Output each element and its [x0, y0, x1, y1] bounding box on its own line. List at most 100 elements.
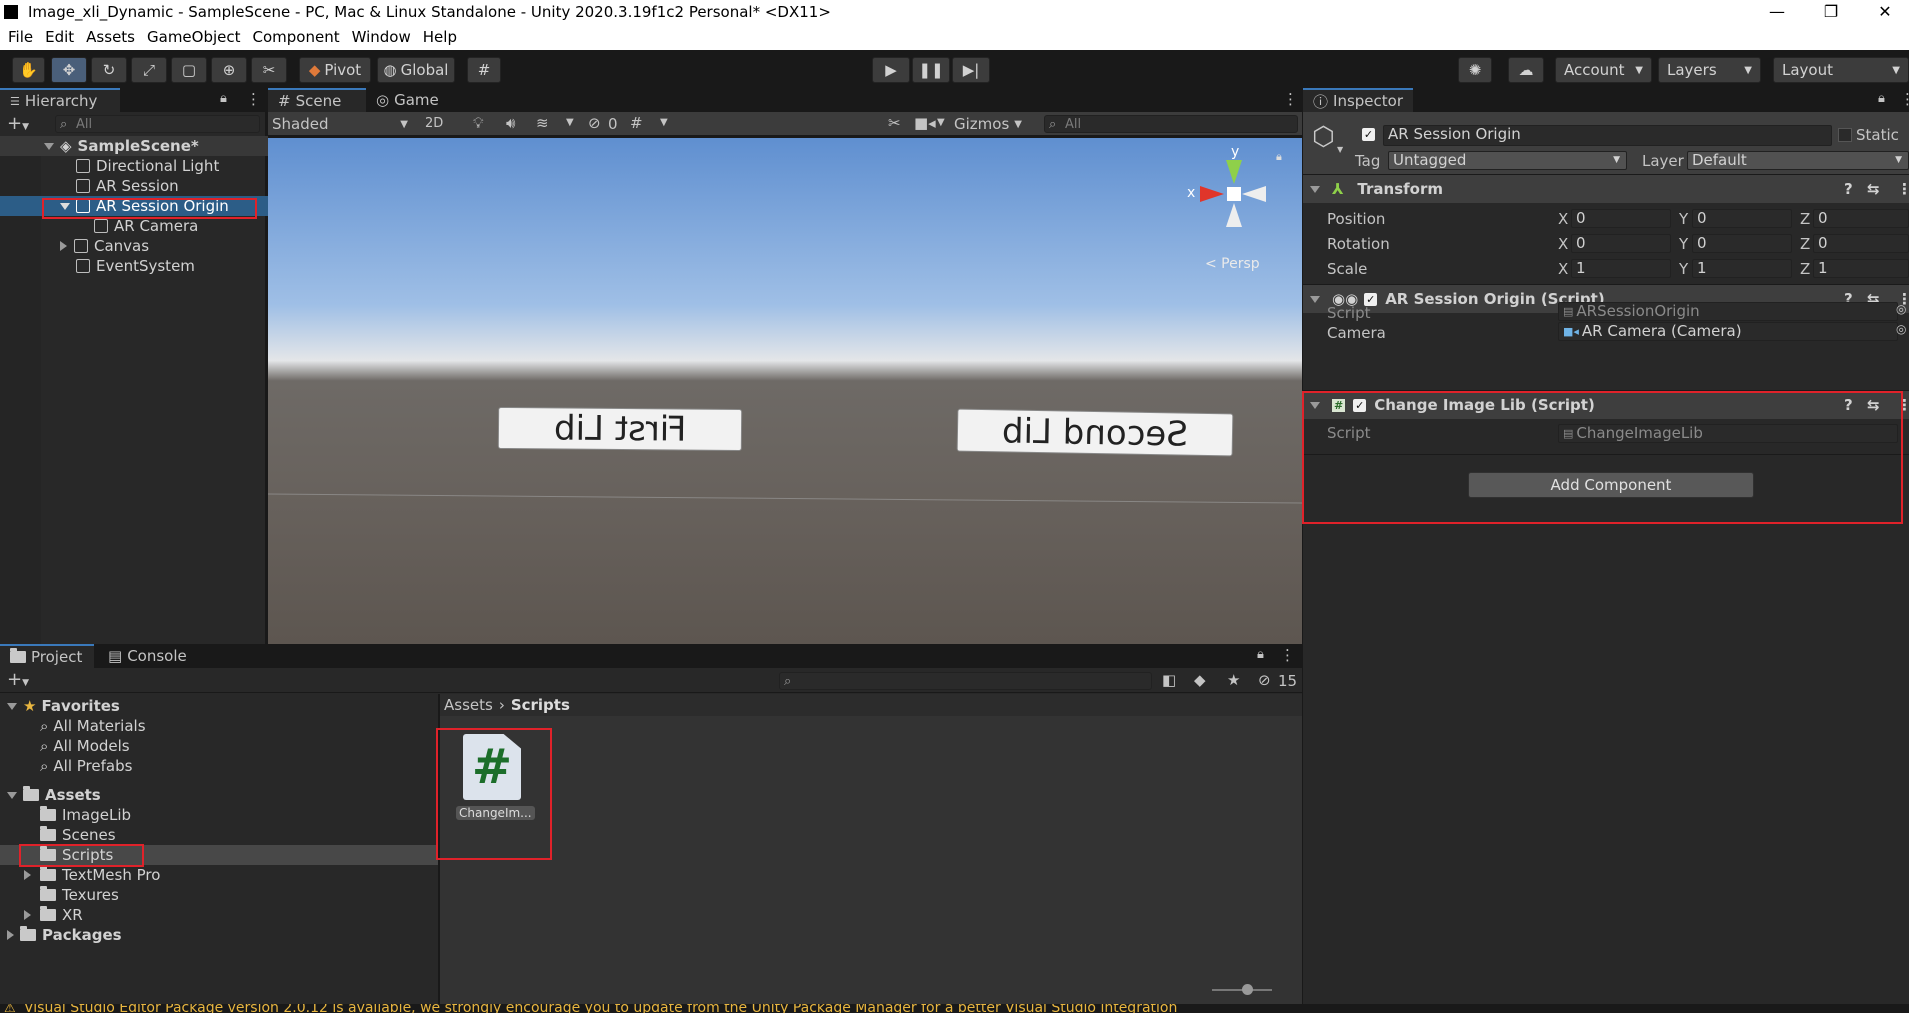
zoom-slider[interactable] — [1212, 984, 1272, 995]
position-x-field[interactable]: 0 — [1571, 209, 1671, 228]
tag-dropdown[interactable]: Untagged ▼ — [1388, 151, 1627, 170]
image-card-second-lib[interactable]: Second Lib — [956, 408, 1234, 457]
effects-toggle-icon[interactable]: ≋ — [536, 114, 549, 132]
scale-z-field[interactable]: 1 — [1813, 259, 1909, 278]
favorites-star-icon[interactable]: ★ — [1227, 671, 1240, 689]
layer-dropdown[interactable]: Default ▼ — [1687, 151, 1909, 170]
rotate-tool-icon[interactable]: ↻ — [91, 57, 127, 83]
folder-texures[interactable]: Texures — [40, 885, 119, 905]
add-component-button[interactable]: Add Component — [1468, 472, 1754, 498]
folder-textmesh-pro[interactable]: TextMesh Pro — [24, 865, 160, 885]
lock-icon[interactable]: 🔒︎ — [1276, 150, 1282, 164]
object-picker-icon[interactable]: ◎ — [1896, 322, 1906, 336]
transform-header[interactable]: ⅄ Transform ? ⇆ ⋮ — [1303, 174, 1909, 203]
shading-dropdown[interactable]: Shaded ▼ — [272, 114, 412, 134]
chevron-down-icon[interactable]: ▼ — [566, 117, 574, 128]
position-z-field[interactable]: 0 — [1813, 209, 1909, 228]
project-search-input[interactable]: ⌕ — [779, 672, 1152, 690]
help-icon[interactable]: ? — [1844, 396, 1853, 414]
restore-button[interactable]: ❐ — [1808, 0, 1854, 26]
global-toggle[interactable]: ◍ Global — [377, 57, 455, 83]
chevron-down-icon[interactable]: ▼ — [660, 117, 668, 128]
layout-dropdown[interactable]: Layout ▼ — [1773, 57, 1909, 83]
filter-by-label-icon[interactable]: ◆ — [1194, 671, 1206, 689]
tab-game[interactable]: ◎ Game — [366, 88, 444, 112]
scene-search-input[interactable]: ⌕ All — [1044, 115, 1298, 133]
status-message[interactable]: Visual Studio Editor Package version 2.0… — [24, 1004, 1177, 1013]
breadcrumb-scripts[interactable]: Scripts — [511, 696, 570, 714]
more-menu-icon[interactable]: ⋮ — [246, 90, 261, 108]
add-icon[interactable]: +▼ — [7, 113, 29, 134]
rotation-z-field[interactable]: 0 — [1813, 234, 1909, 253]
gizmos-dropdown[interactable]: Gizmos ▼ — [954, 114, 1022, 134]
hand-tool-icon[interactable]: ✋ — [12, 57, 45, 83]
lock-icon[interactable]: 🔒︎ — [1878, 91, 1885, 106]
step-button[interactable]: ▶| — [952, 57, 990, 83]
scene-viewport[interactable]: First Lib Second Lib y x 🔒︎ < Persp — [268, 138, 1302, 644]
tab-project[interactable]: Project — [0, 644, 94, 668]
move-tool-icon[interactable]: ✥ — [51, 57, 87, 83]
hidden-packages-icon[interactable]: ⊘ — [1258, 671, 1271, 689]
tab-inspector[interactable]: ⓘ Inspector — [1303, 88, 1413, 112]
component-enabled-checkbox[interactable]: ✓ — [1353, 398, 1367, 412]
scale-x-field[interactable]: 1 — [1571, 259, 1671, 278]
folder-scenes[interactable]: Scenes — [40, 825, 116, 845]
camera-field[interactable]: ■◂ AR Camera (Camera) — [1558, 322, 1898, 341]
scene-root[interactable]: ◈ SampleScene* ⋮ — [0, 136, 307, 156]
change-image-lib-header[interactable]: # ✓ Change Image Lib (Script) ? ⇆ ⋮ — [1303, 390, 1909, 419]
static-checkbox[interactable] — [1838, 128, 1852, 142]
position-y-field[interactable]: 0 — [1692, 209, 1792, 228]
cloud-icon[interactable]: ☁ — [1508, 57, 1544, 83]
play-button[interactable]: ▶ — [872, 57, 910, 83]
assets-header[interactable]: Assets — [7, 785, 101, 805]
lighting-toggle-icon[interactable]: 💡︎ — [473, 114, 484, 132]
menu-assets[interactable]: Assets — [80, 26, 141, 46]
help-icon[interactable]: ? — [1844, 180, 1853, 198]
scale-y-field[interactable]: 1 — [1692, 259, 1792, 278]
pivot-toggle[interactable]: ◆ Pivot — [299, 57, 371, 83]
custom-tool-icon[interactable]: ✂ — [251, 57, 287, 83]
collab-icon[interactable]: ✺ — [1458, 57, 1492, 83]
more-menu-icon[interactable]: ⋮ — [1897, 180, 1909, 198]
menu-component[interactable]: Component — [247, 26, 346, 46]
menu-gameobject[interactable]: GameObject — [141, 26, 247, 46]
favorites-header[interactable]: ★ Favorites — [7, 696, 120, 716]
chevron-down-icon[interactable]: ▼ — [1337, 145, 1343, 154]
more-menu-icon[interactable]: ⋮ — [1900, 90, 1909, 108]
chevron-down-icon[interactable]: ▼ — [937, 117, 945, 128]
object-name-field[interactable]: AR Session Origin — [1383, 125, 1832, 146]
close-button[interactable]: ✕ — [1862, 0, 1908, 26]
preset-icon[interactable]: ⇆ — [1867, 396, 1880, 414]
tab-scene[interactable]: # Scene — [268, 88, 366, 112]
favorite-all-materials[interactable]: ⌕ All Materials — [40, 716, 146, 736]
menu-file[interactable]: File — [2, 26, 39, 46]
asset-tile-changeimagelib[interactable]: # ChangeIm... — [456, 734, 535, 820]
minimize-button[interactable]: — — [1754, 0, 1800, 26]
filter-by-type-icon[interactable]: ◧ — [1162, 671, 1176, 689]
packages-header[interactable]: Packages — [7, 925, 122, 945]
menu-edit[interactable]: Edit — [39, 26, 80, 46]
favorite-all-prefabs[interactable]: ⌕ All Prefabs — [40, 756, 132, 776]
tab-console[interactable]: ▤ Console — [98, 644, 198, 668]
menu-window[interactable]: Window — [346, 26, 417, 46]
transform-tool-icon[interactable]: ⊕ — [211, 57, 247, 83]
orientation-gizmo[interactable]: y x — [1187, 144, 1278, 238]
folder-imagelib[interactable]: ImageLib — [40, 805, 131, 825]
tools-icon[interactable]: ✂ — [888, 114, 901, 132]
audio-toggle-icon[interactable]: 🔊︎ — [506, 114, 515, 132]
folder-xr[interactable]: XR — [24, 905, 83, 925]
hidden-objects-icon[interactable]: ⊘ — [588, 114, 601, 132]
favorite-all-models[interactable]: ⌕ All Models — [40, 736, 130, 756]
rotation-x-field[interactable]: 0 — [1571, 234, 1671, 253]
grid-toggle-icon[interactable]: # — [630, 114, 643, 132]
breadcrumb-assets[interactable]: Assets — [444, 696, 493, 714]
pause-button[interactable]: ❚❚ — [912, 57, 950, 83]
hierarchy-search-input[interactable]: ⌕ All — [55, 115, 260, 133]
zoom-slider-handle[interactable] — [1242, 984, 1253, 995]
active-checkbox[interactable]: ✓ — [1362, 128, 1375, 141]
lock-icon[interactable]: 🔒︎ — [1257, 647, 1264, 662]
image-card-first-lib[interactable]: First Lib — [497, 406, 743, 452]
scale-tool-icon[interactable]: ⤢ — [131, 57, 167, 83]
folder-scripts[interactable]: Scripts — [0, 845, 438, 865]
rotation-y-field[interactable]: 0 — [1692, 234, 1792, 253]
